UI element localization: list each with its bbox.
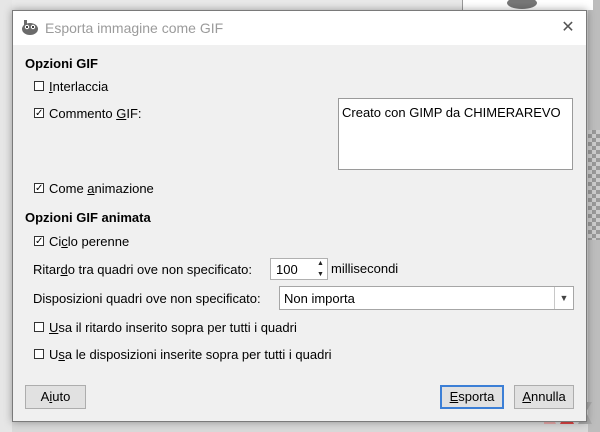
gimp-mascot-thumbnail-icon <box>507 0 537 9</box>
frame-delay-spin-buttons[interactable]: ▲ ▼ <box>315 258 326 280</box>
as-animation-checkbox[interactable]: ✓ <box>34 183 44 194</box>
title-bar[interactable]: Esporta immagine come GIF ✕ <box>13 11 586 45</box>
close-icon: ✕ <box>561 19 575 36</box>
gif-comment-textarea[interactable]: Creato con GIMP da CHIMERAREVO <box>338 98 573 170</box>
frame-delay-value: 100 <box>276 262 298 277</box>
gif-comment-checkbox[interactable]: ✓ <box>34 108 44 119</box>
as-animation-checkbox-row[interactable]: ✓ Come animazione <box>34 179 154 197</box>
use-disposal-all-label: Usa le disposizioni inserite sopra per t… <box>49 346 332 362</box>
loop-forever-checkbox[interactable]: ✓ <box>34 236 44 247</box>
interlace-label: Interlaccia <box>49 78 109 94</box>
use-disposal-all-checkbox[interactable] <box>34 349 44 359</box>
dialog-title: Esporta immagine come GIF <box>45 20 224 36</box>
transparency-checkerboard <box>588 130 600 240</box>
use-disposal-all-checkbox-row[interactable]: Usa le disposizioni inserite sopra per t… <box>34 345 332 363</box>
interlace-checkbox-row[interactable]: Interlaccia <box>34 77 108 95</box>
gimp-icon <box>22 20 38 35</box>
use-delay-all-checkbox[interactable] <box>34 322 44 332</box>
loop-forever-label: Ciclo perenne <box>49 233 130 249</box>
animated-gif-options-heading: Opzioni GIF animata <box>25 210 151 225</box>
chevron-down-icon[interactable]: ▼ <box>554 287 573 309</box>
close-button[interactable]: ✕ <box>553 15 583 41</box>
gif-comment-checkbox-row[interactable]: ✓ Commento GIF: <box>34 104 142 122</box>
spin-up-icon[interactable]: ▲ <box>315 258 326 269</box>
use-delay-all-checkbox-row[interactable]: Usa il ritardo inserito sopra per tutti … <box>34 318 297 336</box>
frame-disposal-select[interactable]: Non importa ▼ <box>279 286 574 310</box>
help-button[interactable]: Aiuto <box>25 385 86 409</box>
as-animation-label: Come animazione <box>49 180 154 196</box>
loop-forever-checkbox-row[interactable]: ✓ Ciclo perenne <box>34 232 129 250</box>
frame-disposal-label: Disposizioni quadri ove non specificato: <box>33 290 261 306</box>
cancel-button[interactable]: Annulla <box>514 385 574 409</box>
gif-options-heading: Opzioni GIF <box>25 56 98 71</box>
export-button[interactable]: Esporta <box>440 385 504 409</box>
export-gif-dialog: Esporta immagine come GIF ✕ Opzioni GIF … <box>12 10 587 422</box>
gif-comment-label: Commento GIF: <box>49 105 142 121</box>
background-window-left <box>0 0 12 432</box>
spin-down-icon[interactable]: ▼ <box>315 269 326 280</box>
frame-delay-label: Ritardo tra quadri ove non specificato: <box>33 261 252 277</box>
use-delay-all-label: Usa il ritardo inserito sopra per tutti … <box>49 319 297 335</box>
interlace-checkbox[interactable] <box>34 81 44 91</box>
frame-disposal-value: Non importa <box>284 291 355 306</box>
frame-delay-unit: millisecondi <box>331 261 399 276</box>
